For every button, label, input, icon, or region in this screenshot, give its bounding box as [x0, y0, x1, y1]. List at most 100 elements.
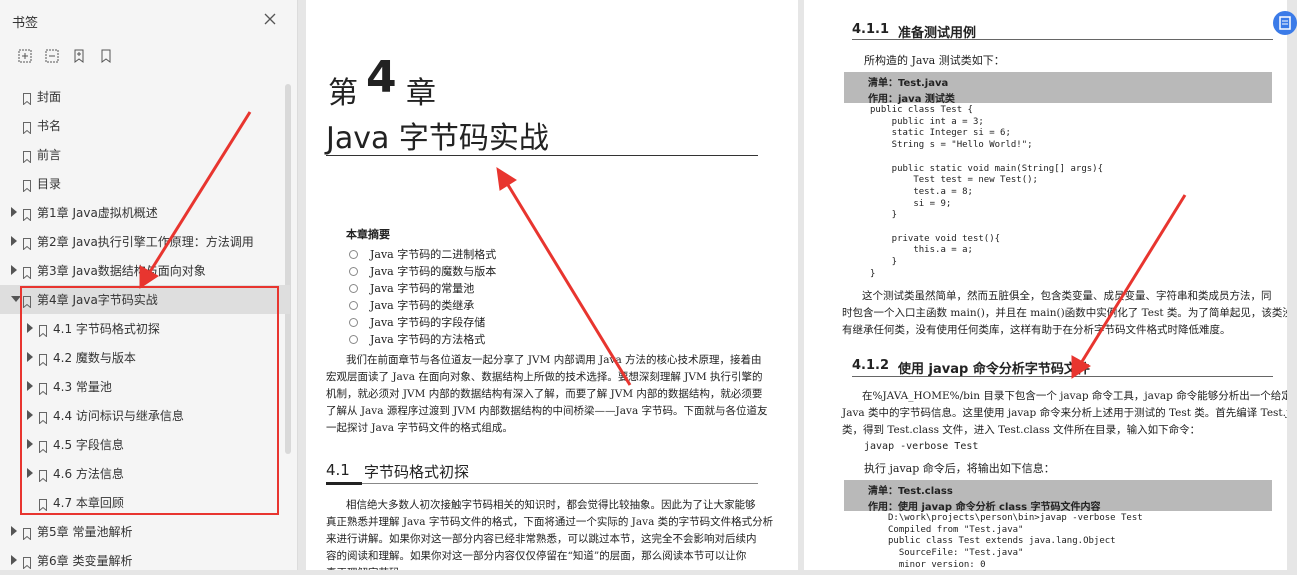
code-line: si = 9; — [870, 198, 952, 209]
expand-all-icon[interactable] — [17, 48, 33, 64]
listing-name: 清单：Test.java — [868, 78, 949, 89]
bookmark-item[interactable]: 第2章 Java执行引擎工作原理：方法调用 — [0, 227, 290, 256]
chapter-prefix: 第 — [328, 76, 358, 111]
left-page: 第 4 章 Java 字节码实战 本章摘要 Java 字节码的二进制格式 Java… — [306, 0, 798, 570]
code-line: private void test(){ — [870, 233, 1001, 244]
bookmark-item[interactable]: 第1章 Java虚拟机概述 — [0, 198, 290, 227]
bookmark-icon — [23, 177, 31, 193]
summary-item: Java 字节码的字段存储 — [370, 316, 486, 329]
bookmark-icon — [23, 525, 31, 541]
bookmark-label: 第6章 类变量解析 — [37, 554, 133, 568]
code-line: public static void main(String[] args){ — [870, 163, 1103, 174]
add-bookmark-icon[interactable] — [71, 48, 87, 64]
summary-item: Java 字节码的常量池 — [370, 282, 475, 295]
bookmark-icon — [23, 90, 31, 106]
expand-arrow-icon[interactable] — [11, 207, 17, 217]
right-page: 4.1.1 准备测试用例 所构造的 Java 测试类如下： 清单：Test.ja… — [804, 0, 1287, 570]
bookmark-icon — [23, 119, 31, 135]
bookmark-icon — [23, 148, 31, 164]
code-line: test.a = 8; — [870, 186, 973, 197]
code-line: this.a = a; — [870, 245, 973, 256]
bookmark-icon — [23, 235, 31, 251]
bookmark-panel: 书签 封面书名前言目录第1章 Java虚拟机概述第2章 Java执行引擎工作原理… — [0, 0, 298, 570]
text-line: 在%JAVA_HOME%/bin 目录下包含一个 javap 命令工具，java… — [862, 390, 1287, 402]
text-line: 类，得到 Test.class 文件，进入 Test.class 文件所在目录，… — [842, 424, 1201, 436]
bookmark-label: 第1章 Java虚拟机概述 — [37, 206, 158, 220]
bookmark-icon — [23, 264, 31, 280]
bullet-icon — [349, 335, 358, 344]
code-line: } — [870, 268, 876, 279]
document-icon — [1279, 16, 1291, 30]
text-line: 来进行讲解。如果你对这一部分内容已经非常熟悉，可以跳过本节，这完全不会影响对后续… — [326, 533, 757, 545]
code-line: Test test = new Test(); — [870, 175, 1038, 186]
bullet-icon — [349, 267, 358, 276]
close-icon[interactable] — [262, 11, 278, 27]
bookmark-item[interactable]: 前言 — [0, 140, 290, 169]
text-line: 我们在前面章节与各位道友一起分享了 JVM 内部调用 Java 方法的核心技术原… — [346, 354, 762, 366]
code-line: Compiled from "Test.java" — [888, 524, 1024, 535]
subsection-number-2: 4.1.2 — [852, 358, 890, 373]
text-line: 容的阅读和理解。如果你对这一部分内容仅仅停留在“知道”的层面，那么阅读本节可以让… — [326, 550, 747, 562]
code-line: SourceFile: "Test.java" — [888, 548, 1024, 559]
bookmark-label: 封面 — [37, 90, 62, 104]
bookmark-item[interactable]: 目录 — [0, 169, 290, 198]
text-line: 一起探讨 Java 字节码文件的格式组成。 — [326, 422, 513, 434]
text-line: 真正理解字节码。 — [326, 565, 410, 570]
panel-title: 书签 — [12, 16, 39, 31]
bullet-icon — [349, 250, 358, 259]
summary-item: Java 字节码的二进制格式 — [370, 248, 497, 261]
code-line: public int a = 3; — [870, 116, 984, 127]
bookmark-icon[interactable] — [98, 48, 114, 64]
text-line: 机制，就必须对 JVM 内部的数据结构有深入了解，而要了解 JVM 内部的数据结… — [326, 388, 763, 400]
expand-arrow-icon[interactable] — [11, 265, 17, 275]
bookmark-label: 书名 — [37, 119, 62, 133]
listing-role-2: 作用：使用 javap 命令分析 class 字节码文件内容 — [868, 502, 1101, 513]
code-line: static Integer si = 6; — [870, 128, 1011, 139]
code-line: public class Test { — [870, 105, 973, 115]
text-line: 这个测试类虽然简单，然而五脏俱全，包含类变量、成员变量、字符串和类成员方法，同 — [862, 290, 1272, 302]
chapter-suffix: 章 — [406, 76, 436, 111]
subsection-rule-2 — [852, 376, 1273, 377]
bookmark-item[interactable]: 第6章 类变量解析 — [0, 546, 290, 575]
listing-role: 作用：java 测试类 — [868, 94, 955, 105]
floating-tool-button[interactable] — [1273, 11, 1297, 35]
listing-name-2: 清单：Test.class — [868, 486, 953, 497]
highlight-annotation-box — [20, 286, 279, 515]
bookmark-item[interactable]: 第3章 Java数据结构与面向对象 — [0, 256, 290, 285]
expand-arrow-icon[interactable] — [11, 526, 17, 536]
summary-item: Java 字节码的方法格式 — [370, 333, 486, 346]
title-rule — [326, 155, 758, 156]
collapse-all-icon[interactable] — [44, 48, 60, 64]
bookmark-label: 第3章 Java数据结构与面向对象 — [37, 264, 206, 278]
code-line: } — [870, 257, 898, 268]
code-line: minor version: 0 — [888, 559, 986, 570]
subsection-number: 4.1.1 — [852, 22, 890, 37]
bullet-icon — [349, 284, 358, 293]
bookmark-item[interactable]: 第5章 常量池解析 — [0, 517, 290, 546]
expand-arrow-icon[interactable] — [11, 555, 17, 565]
text-line: 了解从 Java 源程序过渡到 JVM 内部数据结构的中间桥梁——Java 字节… — [326, 405, 768, 417]
summary-item: Java 字节码的类继承 — [370, 299, 475, 312]
section-title: 字节码格式初探 — [364, 463, 470, 481]
bookmark-label: 第5章 常量池解析 — [37, 525, 133, 539]
bookmark-icon — [23, 554, 31, 570]
text-line: 时包含一个入口主函数 main()，并且在 main()函数中实例化了 Test… — [842, 307, 1287, 319]
section-rule — [326, 483, 758, 484]
bookmark-item[interactable]: 书名 — [0, 111, 290, 140]
subsection-rule — [852, 39, 1273, 40]
bookmark-label: 第2章 Java执行引擎工作原理：方法调用 — [37, 235, 254, 249]
subsection-intro: 所构造的 Java 测试类如下： — [864, 54, 1005, 67]
after-command-text: 执行 javap 命令后，将输出如下信息： — [864, 462, 1055, 475]
text-line: Java 类中的字节码信息。这里使用 javap 命令来分析上述用于测试的 Te… — [842, 407, 1287, 419]
expand-arrow-icon[interactable] — [11, 236, 17, 246]
chapter-title: Java 字节码实战 — [326, 121, 549, 156]
text-line: 有继承任何类，没有使用任何类库，这样有助于在分析字节码文件格式时降低难度。 — [842, 324, 1231, 336]
bookmark-icon — [23, 206, 31, 222]
section-number: 4.1 — [326, 461, 350, 479]
bookmark-label: 目录 — [37, 177, 62, 191]
code-line: String s = "Hello World!"; — [870, 140, 1033, 151]
text-line: 相信绝大多数人初次接触字节码相关的知识时，都会觉得比较抽象。因此为了让大家能够 — [346, 499, 756, 511]
subsection-title-2: 使用 javap 命令分析字节码文件 — [898, 362, 1090, 377]
bookmark-item[interactable]: 封面 — [0, 82, 290, 111]
section-rule-accent — [326, 482, 362, 485]
